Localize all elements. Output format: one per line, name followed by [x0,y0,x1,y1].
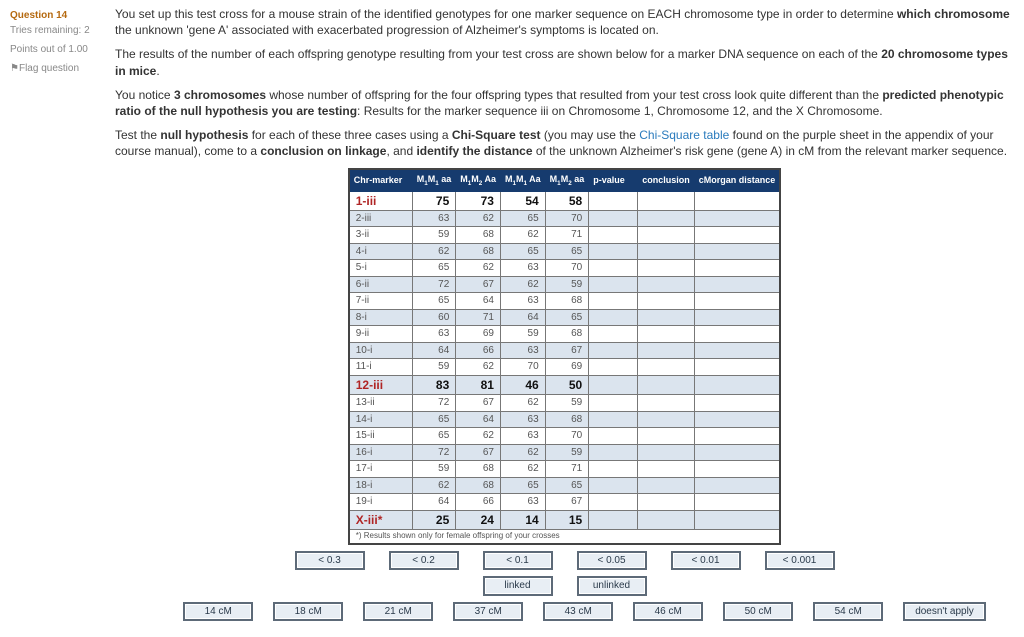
table-row: 14-i65646368 [349,411,781,428]
distance-chip[interactable]: 54 cM [813,602,883,622]
table-header: M1M1 Aa [500,169,545,192]
conclusion-chip[interactable]: unlinked [577,576,647,596]
question-nav: Question 14 Tries remaining: 2 Points ou… [10,6,115,627]
pvalue-chip[interactable]: < 0.2 [389,551,459,571]
table-header: p-value [589,169,638,192]
points-out-of: Points out of 1.00 [10,44,115,55]
offspring-table: Chr-markerM1M1 aaM1M2 AaM1M1 AaM1M2 aap-… [348,168,782,545]
distance-chip[interactable]: 21 cM [363,602,433,622]
table-row: 3-ii59686271 [349,227,781,244]
table-row: 5-i65626370 [349,260,781,277]
pvalue-chip[interactable]: < 0.1 [483,551,553,571]
table-row: 1-iii75735458 [349,191,781,210]
flag-question-link[interactable]: Flag question [10,63,115,74]
table-row: 18-i62686565 [349,477,781,494]
question-number: Question 14 [10,10,115,21]
pvalue-chip[interactable]: < 0.01 [671,551,741,571]
table-row: 4-i62686565 [349,243,781,260]
table-row: 10-i64666367 [349,342,781,359]
chi-square-table-link[interactable]: Chi-Square table [639,128,729,142]
table-row: 2-iii63626570 [349,210,781,227]
distance-chip[interactable]: 43 cM [543,602,613,622]
conclusion-dropzone[interactable] [638,194,686,207]
table-row: 17-i59686271 [349,461,781,478]
table-row: X-iii*25241415 [349,510,781,529]
paragraph-setup: You set up this test cross for a mouse s… [115,6,1014,38]
distance-chip[interactable]: 18 cM [273,602,343,622]
distance-drag-row: 14 cM 18 cM 21 cM 37 cM 43 cM 46 cM 50 cM 54 cM… [115,602,1014,622]
distance-dropzone[interactable] [695,513,743,526]
paragraph-observe: You notice 3 chromosomes whose number of… [115,87,1014,119]
pvalue-dropzone[interactable] [589,513,637,526]
table-header: M1M1 aa [412,169,456,192]
pvalue-chip[interactable]: < 0.3 [295,551,365,571]
pvalue-dropzone[interactable] [589,379,637,392]
pvalue-drag-row: < 0.3 < 0.2 < 0.1 < 0.05 < 0.01 < 0.001 [115,551,1014,571]
distance-dropzone[interactable] [695,379,743,392]
distance-dropzone[interactable] [695,194,743,207]
conclusion-chip[interactable]: linked [483,576,553,596]
table-row: 7-ii65646368 [349,293,781,310]
conclusion-dropzone[interactable] [638,513,686,526]
distance-chip[interactable]: 50 cM [723,602,793,622]
tries-remaining: Tries remaining: 2 [10,25,115,36]
paragraph-results: The results of the number of each offspr… [115,46,1014,78]
table-footnote: *) Results shown only for female offspri… [349,529,781,543]
question-body: You set up this test cross for a mouse s… [115,6,1014,627]
distance-chip[interactable]: 14 cM [183,602,253,622]
pvalue-chip[interactable]: < 0.001 [765,551,835,571]
table-row: 8-i60716465 [349,309,781,326]
table-header: Chr-marker [349,169,413,192]
conclusion-drag-row: linked unlinked [115,576,1014,596]
pvalue-chip[interactable]: < 0.05 [577,551,647,571]
conclusion-dropzone[interactable] [638,379,686,392]
table-row: 16-i72676259 [349,444,781,461]
table-header: cMorgan distance [694,169,780,192]
table-header: M1M2 Aa [456,169,501,192]
table-row: 15-ii65626370 [349,428,781,445]
table-row: 19-i64666367 [349,494,781,511]
table-row: 13-ii72676259 [349,395,781,412]
table-row: 12-iii83814650 [349,375,781,394]
pvalue-dropzone[interactable] [589,194,637,207]
distance-chip[interactable]: 37 cM [453,602,523,622]
table-row: 6-ii72676259 [349,276,781,293]
table-header: M1M2 aa [545,169,589,192]
paragraph-task: Test the null hypothesis for each of the… [115,127,1014,159]
distance-chip[interactable]: doesn't apply [903,602,986,622]
table-header: conclusion [638,169,695,192]
table-row: 9-ii63695968 [349,326,781,343]
table-row: 11-i59627069 [349,359,781,376]
distance-chip[interactable]: 46 cM [633,602,703,622]
